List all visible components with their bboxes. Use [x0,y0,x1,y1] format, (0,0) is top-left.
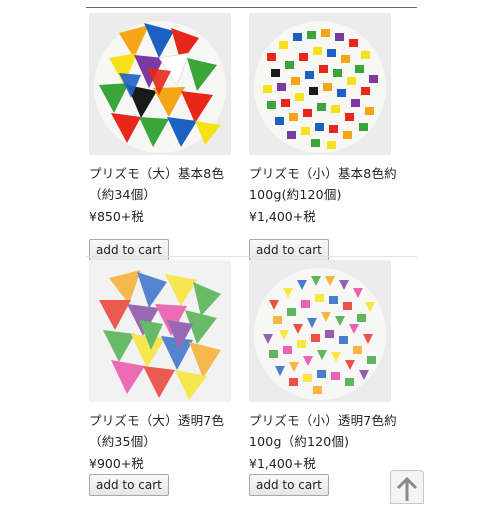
add-to-cart-button[interactable]: add to cart [89,239,169,261]
product-price: ¥850+税 [89,209,144,224]
product-price: ¥900+税 [89,456,144,471]
product-name[interactable]: プリズモ（大）透明7色（約35個） [89,410,247,452]
product-image[interactable] [89,260,231,402]
prism-pieces-large-clear-image [89,260,231,402]
scroll-to-top-button[interactable] [390,470,424,504]
prism-pieces-large-basic-image [89,13,231,155]
product-image[interactable] [249,13,391,155]
top-divider [86,7,417,8]
add-to-cart-button[interactable]: add to cart [249,474,329,496]
product-name[interactable]: プリズモ（小）基本8色約100g(約120個) [249,163,407,205]
arrow-up-icon [396,476,418,501]
product-card: プリズモ（大）透明7色（約35個） ¥900+税 add to cart [89,260,249,500]
product-image[interactable] [249,260,391,402]
prism-pieces-small-basic-image [249,13,391,155]
row-divider [86,256,417,257]
product-card: プリズモ（小）基本8色約100g(約120個) ¥1,400+税 add to … [249,13,409,261]
prism-pieces-small-clear-image [249,260,391,402]
product-name[interactable]: プリズモ（大）基本8色（約34個） [89,163,247,205]
product-price: ¥1,400+税 [249,456,316,471]
product-image[interactable] [89,13,231,155]
product-price: ¥1,400+税 [249,209,316,224]
add-to-cart-button[interactable]: add to cart [89,474,169,496]
product-card: プリズモ（小）透明7色約100g（約120個) ¥1,400+税 add to … [249,260,409,500]
product-name[interactable]: プリズモ（小）透明7色約100g（約120個) [249,410,407,452]
product-card: プリズモ（大）基本8色（約34個） ¥850+税 add to cart [89,13,249,261]
add-to-cart-button[interactable]: add to cart [249,239,329,261]
